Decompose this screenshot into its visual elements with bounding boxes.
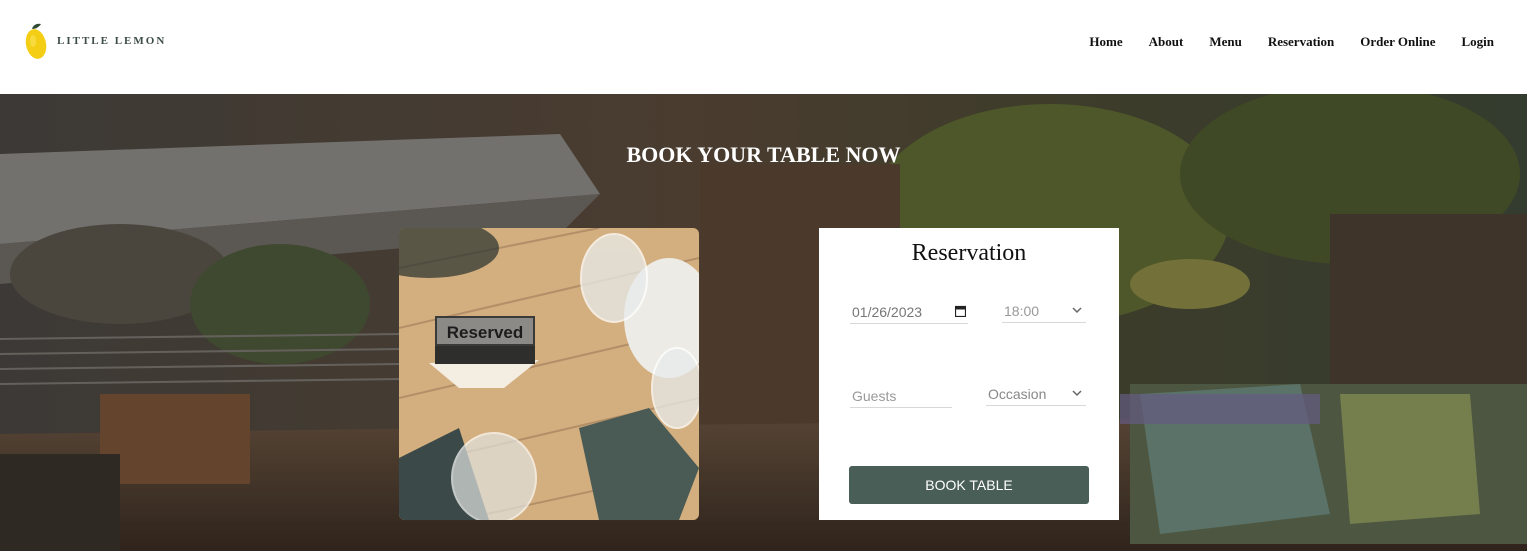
date-value: 01/26/2023	[852, 304, 923, 320]
main-nav: Home About Menu Reservation Order Online…	[1063, 34, 1494, 50]
guests-input[interactable]: Guests	[850, 387, 952, 408]
form-title: Reservation	[911, 240, 1027, 266]
occasion-select[interactable]: Occasion	[986, 385, 1086, 406]
date-input[interactable]: 01/26/2023	[850, 303, 968, 324]
nav-order-online[interactable]: Order Online	[1360, 34, 1435, 50]
nav-menu[interactable]: Menu	[1209, 34, 1242, 50]
nav-home[interactable]: Home	[1089, 34, 1122, 50]
chevron-down-icon	[1072, 307, 1082, 314]
nav-login[interactable]: Login	[1461, 34, 1494, 50]
time-select[interactable]: 18:00	[1002, 302, 1086, 323]
logo[interactable]: LITTLE LEMON	[23, 21, 166, 61]
nav-reservation[interactable]: Reservation	[1268, 34, 1334, 50]
occasion-value: Occasion	[988, 386, 1047, 402]
chevron-down-icon	[1072, 390, 1082, 397]
hero-section: BOOK YOUR TABLE NOW Reserved Reservation…	[0, 94, 1527, 551]
reserved-sign-text: Reserved	[447, 323, 524, 342]
reservation-form: Reservation 01/26/2023 18:00 Guests Occa…	[819, 228, 1119, 520]
guests-placeholder: Guests	[852, 388, 897, 404]
calendar-icon[interactable]	[955, 305, 966, 317]
book-table-button[interactable]: BOOK TABLE	[849, 466, 1089, 504]
nav-about[interactable]: About	[1149, 34, 1184, 50]
site-header: LITTLE LEMON Home About Menu Reservation…	[0, 0, 1527, 94]
reserved-table-image: Reserved	[399, 228, 699, 520]
reserved-table-photo: Reserved	[399, 228, 699, 520]
brand-name: LITTLE LEMON	[57, 35, 167, 47]
hero-title: BOOK YOUR TABLE NOW	[626, 142, 901, 167]
lemon-icon	[25, 23, 47, 59]
time-value: 18:00	[1004, 303, 1040, 319]
